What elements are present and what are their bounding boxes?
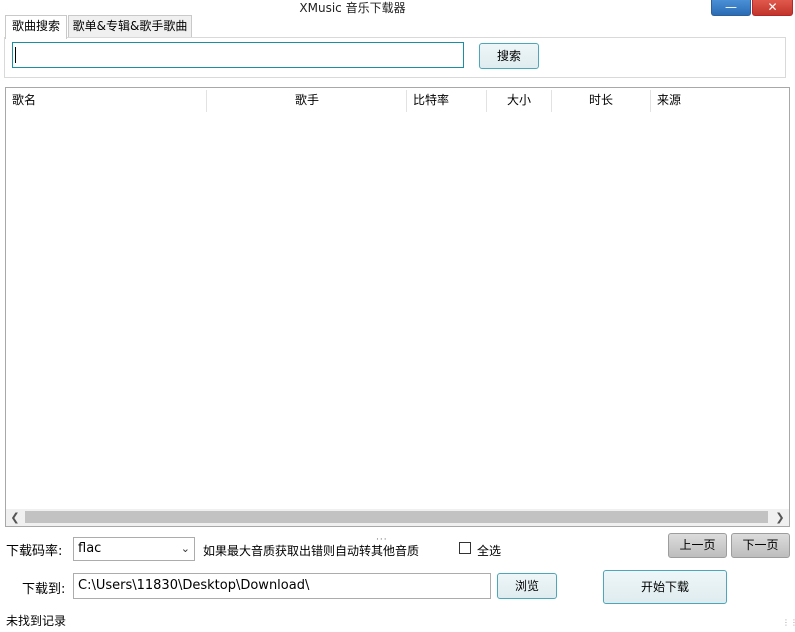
prev-page-button[interactable]: 上一页 [668, 533, 727, 558]
minimize-button[interactable]: — [711, 0, 751, 16]
quality-fallback-note: 如果最大音质获取出错则自动转其他音质 [203, 544, 420, 558]
column-header-size[interactable]: 大小 [507, 88, 531, 112]
arrow-right-icon[interactable]: ❯ [771, 509, 789, 526]
minimize-icon: — [725, 0, 737, 14]
download-path-input[interactable]: C:\Users\11830\Desktop\Download\ [73, 573, 491, 599]
column-header-artist[interactable]: 歌手 [295, 88, 319, 112]
search-input[interactable] [12, 42, 464, 68]
scrollbar-thumb[interactable] [25, 511, 768, 523]
results-table[interactable] [5, 87, 790, 527]
column-divider[interactable] [551, 90, 552, 112]
search-input-field[interactable] [13, 43, 463, 67]
close-icon: ✕ [767, 0, 778, 14]
column-divider[interactable] [406, 90, 407, 112]
bitrate-label: 下载码率: [6, 544, 63, 559]
bitrate-select-value: flac [78, 541, 102, 556]
select-all-checkbox[interactable] [459, 542, 471, 554]
window-title: XMusic 音乐下载器 [299, 1, 406, 15]
select-all-label[interactable]: 全选 [477, 542, 501, 559]
tab-playlist-album-artist[interactable]: 歌单&专辑&歌手歌曲 [68, 15, 192, 38]
column-divider[interactable] [486, 90, 487, 112]
download-to-label: 下载到: [22, 582, 66, 597]
status-text: 未找到记录 [6, 614, 67, 628]
resize-grip-icon[interactable]: ⋮⋮ [782, 618, 795, 627]
chevron-down-icon: ⌄ [180, 542, 190, 555]
close-button[interactable]: ✕ [752, 0, 793, 16]
column-header-duration[interactable]: 时长 [589, 88, 613, 112]
column-header-bitrate[interactable]: 比特率 [413, 88, 449, 112]
column-divider[interactable] [650, 90, 651, 112]
next-page-button[interactable]: 下一页 [731, 533, 790, 558]
column-divider[interactable] [206, 90, 207, 112]
bitrate-select[interactable]: flac ⌄ [73, 537, 195, 561]
column-header-song[interactable]: 歌名 [12, 88, 36, 112]
search-button[interactable]: 搜索 [479, 43, 539, 69]
tab-song-search[interactable]: 歌曲搜索 [5, 15, 67, 39]
column-header-source[interactable]: 来源 [657, 88, 681, 112]
arrow-left-icon[interactable]: ❮ [6, 509, 24, 526]
browse-button[interactable]: 浏览 [497, 573, 557, 599]
text-caret [15, 47, 16, 63]
start-download-button[interactable]: 开始下载 [603, 570, 727, 604]
